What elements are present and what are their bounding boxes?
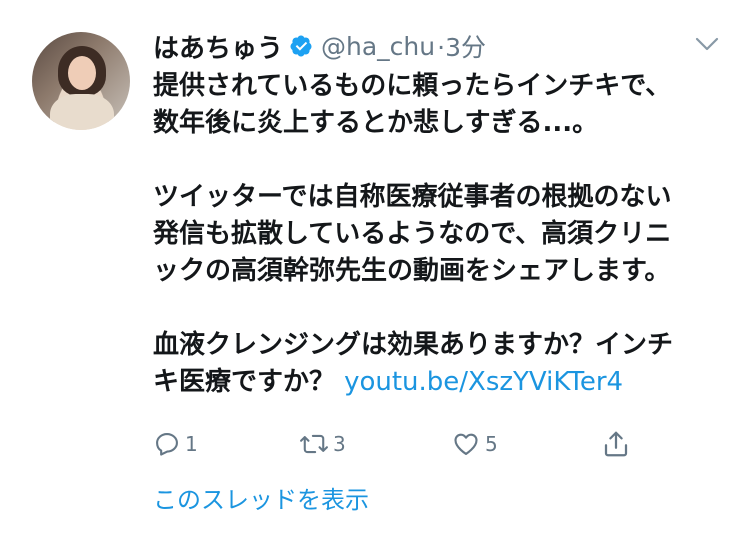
tweet-line: 提供されているものに頼ったらインチキで、 <box>153 71 672 101</box>
like-count: 5 <box>485 432 498 456</box>
tweet-line: 血液クレンジングは効果ありますか？インチ <box>153 330 674 360</box>
retweet-button[interactable]: 3 <box>299 424 346 464</box>
avatar-face <box>68 56 96 90</box>
like-button[interactable]: 5 <box>451 424 498 464</box>
avatar-body <box>50 94 114 130</box>
tweet-line-text: キ医療ですか？ <box>153 367 345 397</box>
reply-button[interactable]: 1 <box>153 424 198 464</box>
share-button[interactable] <box>601 424 631 464</box>
tweet-line: 発信も拡散しているようなので、高須クリニ <box>153 219 672 249</box>
tweet-time[interactable]: ·3分 <box>437 28 486 64</box>
retweet-count: 3 <box>333 432 346 456</box>
share-icon <box>604 431 628 457</box>
tweet-actions: 1 3 5 <box>153 424 643 464</box>
tweet-text: 提供されているものに頼ったらインチキで、 数年後に炎上するとか悲しすぎる...。… <box>153 68 713 401</box>
like-icon <box>454 433 478 455</box>
tweet-line: ツイッターでは自称医療従事者の根拠のない <box>153 182 672 212</box>
chevron-down-icon[interactable] <box>694 34 720 54</box>
author-handle[interactable]: @ha_chu <box>321 32 435 61</box>
author-name[interactable]: はあちゅう <box>153 28 283 65</box>
show-thread-link[interactable]: このスレッドを表示 <box>153 480 369 515</box>
youtube-link[interactable]: youtu.be/XszYViKTer4 <box>344 367 623 397</box>
reply-count: 1 <box>185 432 198 456</box>
tweet-header: はあちゅう @ha_chu ·3分 <box>153 24 486 68</box>
tweet-line: 数年後に炎上するとか悲しすぎる...。 <box>153 108 599 138</box>
tweet-line-last: キ医療ですか？ youtu.be/XszYViKTer4 <box>153 364 713 401</box>
tweet-line: ックの高須幹弥先生の動画をシェアします。 <box>153 256 671 286</box>
verified-icon <box>290 35 312 57</box>
retweet-icon <box>300 434 328 454</box>
reply-icon <box>156 433 178 456</box>
avatar[interactable] <box>32 32 130 130</box>
